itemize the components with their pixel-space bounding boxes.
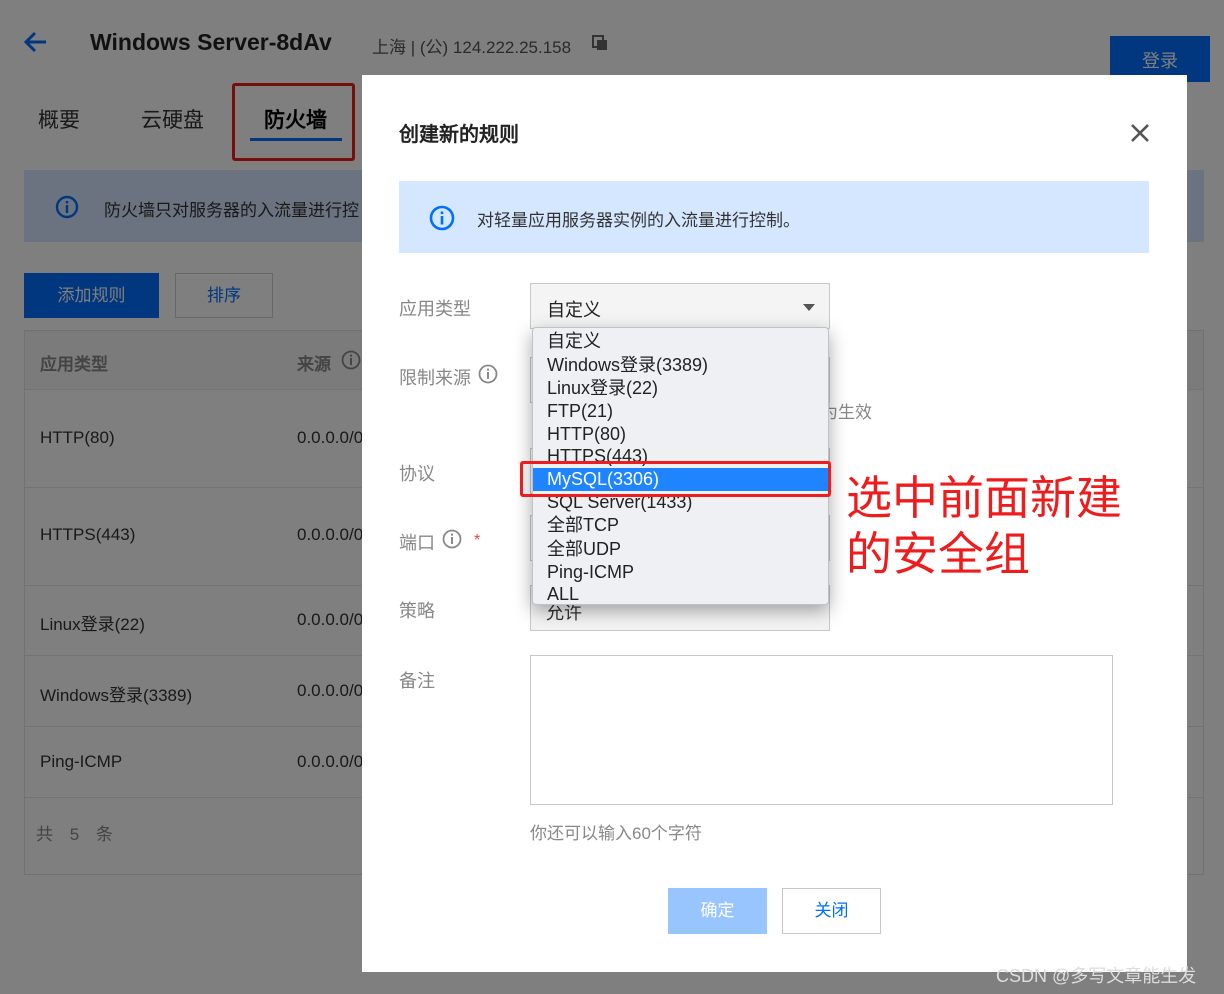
app-type-select[interactable]: 自定义: [530, 283, 830, 329]
dialog-title: 创建新的规则: [399, 124, 519, 146]
dropdown-option[interactable]: FTP(21): [533, 400, 828, 423]
port-label-text: 端口: [399, 533, 435, 553]
source-label: 限制来源: [399, 368, 471, 388]
dropdown-option[interactable]: Ping-ICMP: [533, 561, 828, 584]
required-mark: *: [474, 532, 481, 549]
dropdown-option[interactable]: 自定义: [533, 330, 828, 353]
strategy-label: 策略: [399, 601, 435, 621]
dropdown-option[interactable]: HTTP(80): [533, 423, 828, 446]
remark-label: 备注: [399, 671, 435, 691]
dropdown-option[interactable]: ALL: [533, 583, 828, 604]
highlight-box-mysql: [520, 461, 831, 497]
dropdown-option[interactable]: 全部TCP: [533, 514, 828, 537]
annotation-text: 选中前面新建的安全组: [846, 471, 1122, 581]
protocol-label: 协议: [399, 464, 435, 484]
app-type-label: 应用类型: [399, 299, 471, 319]
info-icon[interactable]: [442, 529, 462, 549]
remark-textarea[interactable]: [530, 655, 1113, 805]
port-label: 端口: [399, 529, 435, 555]
close-icon[interactable]: [1128, 121, 1152, 145]
info-icon: [429, 205, 455, 231]
dropdown-option[interactable]: Linux登录(22): [533, 377, 828, 400]
watermark: CSDN @多写文章能生发: [996, 966, 1197, 986]
caret-down-icon: [803, 304, 815, 311]
dropdown-option[interactable]: 全部UDP: [533, 538, 828, 561]
char-count-hint: 你还可以输入60个字符: [530, 824, 702, 843]
info-icon[interactable]: [478, 364, 498, 384]
app-type-value: 自定义: [547, 300, 601, 320]
confirm-button[interactable]: 确定: [668, 888, 767, 934]
dialog-notice-text: 对轻量应用服务器实例的入流量进行控制。: [477, 211, 800, 230]
close-button[interactable]: 关闭: [782, 888, 881, 934]
dropdown-option[interactable]: Windows登录(3389): [533, 354, 828, 377]
